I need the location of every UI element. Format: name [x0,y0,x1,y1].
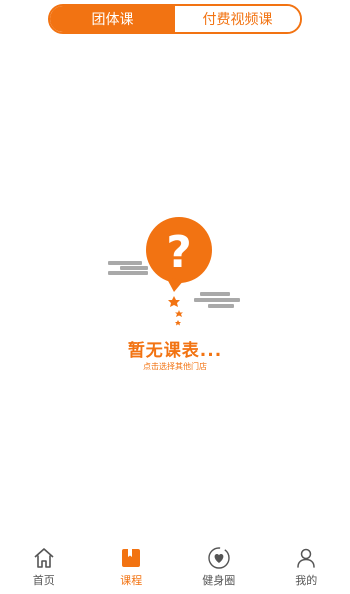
svg-text:?: ? [166,227,192,278]
empty-state-title: 暂无课表... [127,341,223,361]
tab-course-label: 课程 [120,574,143,587]
course-screen: 团体课 付费视频课 ? 暂无课表... 点击选择其他门店 首页 课程 健身圈 我… [0,0,350,594]
heart-circle-icon [208,547,230,569]
tab-home-label: 首页 [32,574,55,587]
sparkle-stars-icon [168,296,183,326]
tab-fitness-circle-label: 健身圈 [202,574,236,587]
cloud-right-icon [194,292,240,308]
home-icon [34,548,54,568]
user-icon [297,548,315,568]
tab-mine-label: 我的 [295,574,318,587]
course-type-switch: 团体课 付费视频课 [48,4,302,34]
empty-state-illustration: ? [108,217,240,326]
cloud-left-icon [108,261,148,275]
tab-mine[interactable]: 我的 [263,542,350,594]
tab-group-class-label: 团体课 [91,12,134,28]
question-bubble-icon: ? [146,217,212,292]
tab-paid-video-class-label: 付费视频课 [202,12,273,28]
book-icon [122,549,141,567]
tab-home[interactable]: 首页 [0,542,88,594]
tab-paid-video-class[interactable]: 付费视频课 [175,6,300,32]
tab-group-class[interactable]: 团体课 [50,6,175,32]
choose-other-store-link[interactable]: 点击选择其他门店 [0,361,350,372]
bottom-tab-bar: 首页 课程 健身圈 我的 [0,542,350,594]
tab-course[interactable]: 课程 [88,542,176,594]
tab-fitness-circle[interactable]: 健身圈 [175,542,263,594]
